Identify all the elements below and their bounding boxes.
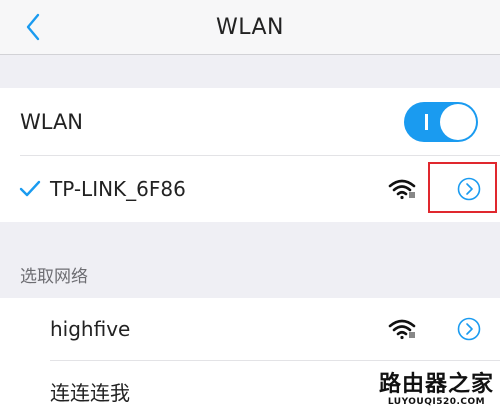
highlight-box — [428, 162, 497, 213]
page-title: WLAN — [215, 15, 285, 40]
checkmark-icon — [19, 180, 41, 197]
watermark-logo: 路由器之家 LUYOUQI520.COM — [378, 372, 494, 408]
wifi-secured-icon — [388, 179, 416, 200]
nav-bar: WLAN — [0, 0, 500, 55]
wlan-group: WLAN TP-LINK_6F86 — [0, 88, 500, 222]
network-info-button[interactable] — [457, 317, 481, 341]
section-header: 选取网络 — [20, 267, 88, 287]
network-row[interactable]: highfive — [0, 298, 500, 360]
connected-network-row[interactable]: TP-LINK_6F86 — [0, 156, 500, 222]
watermark-url: LUYOUQI520.COM — [387, 397, 486, 407]
network-name: 连连连我 — [50, 381, 130, 405]
network-name: highfive — [50, 317, 131, 341]
wifi-secured-icon — [388, 319, 416, 340]
wlan-toggle-label: WLAN — [20, 109, 84, 134]
wlan-toggle-switch[interactable] — [404, 102, 478, 142]
wlan-toggle-row: WLAN — [0, 88, 500, 155]
watermark-text: 路由器之家 — [378, 372, 494, 397]
connected-network-name: TP-LINK_6F86 — [50, 177, 186, 201]
